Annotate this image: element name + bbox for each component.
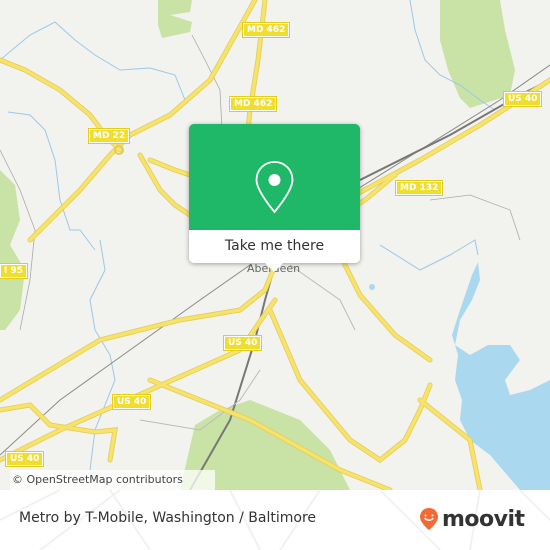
water-body: [452, 262, 550, 490]
stream: [89, 239, 116, 471]
route-shield-us40: US 40: [4, 451, 45, 467]
route-shield-i95: I 95: [0, 263, 29, 279]
footer-title: Metro by T-Mobile, Washington / Baltimor…: [19, 510, 317, 526]
stream: [7, 111, 96, 251]
take-me-there-button[interactable]: Take me there: [189, 230, 360, 263]
minor-road: [429, 194, 521, 241]
moovit-pin-icon: [420, 508, 438, 530]
route-shield-us40: US 40: [222, 335, 263, 351]
location-popup: Take me there: [189, 124, 360, 272]
map[interactable]: MD 462 MD 462 MD 22 I 95 US 40 MD 132 US…: [0, 0, 550, 490]
popup-header: [189, 124, 360, 230]
park-area: [158, 0, 192, 38]
route-shield-us40: US 40: [502, 91, 543, 107]
route-shield-md132: MD 132: [394, 180, 444, 196]
route-shield-md462: MD 462: [241, 22, 291, 38]
route-shield-md22: MD 22: [87, 128, 131, 144]
route-shield-us40: US 40: [111, 394, 152, 410]
route-shield-md462: MD 462: [228, 96, 278, 112]
moovit-wordmark: moovit: [442, 506, 525, 532]
popup-tail: [265, 263, 283, 272]
map-attribution[interactable]: © OpenStreetMap contributors: [10, 470, 215, 490]
map-pin-icon: [255, 161, 294, 214]
stream: [379, 239, 479, 271]
railway: [339, 64, 550, 201]
moovit-logo[interactable]: moovit: [419, 506, 525, 532]
stream: [0, 21, 186, 101]
